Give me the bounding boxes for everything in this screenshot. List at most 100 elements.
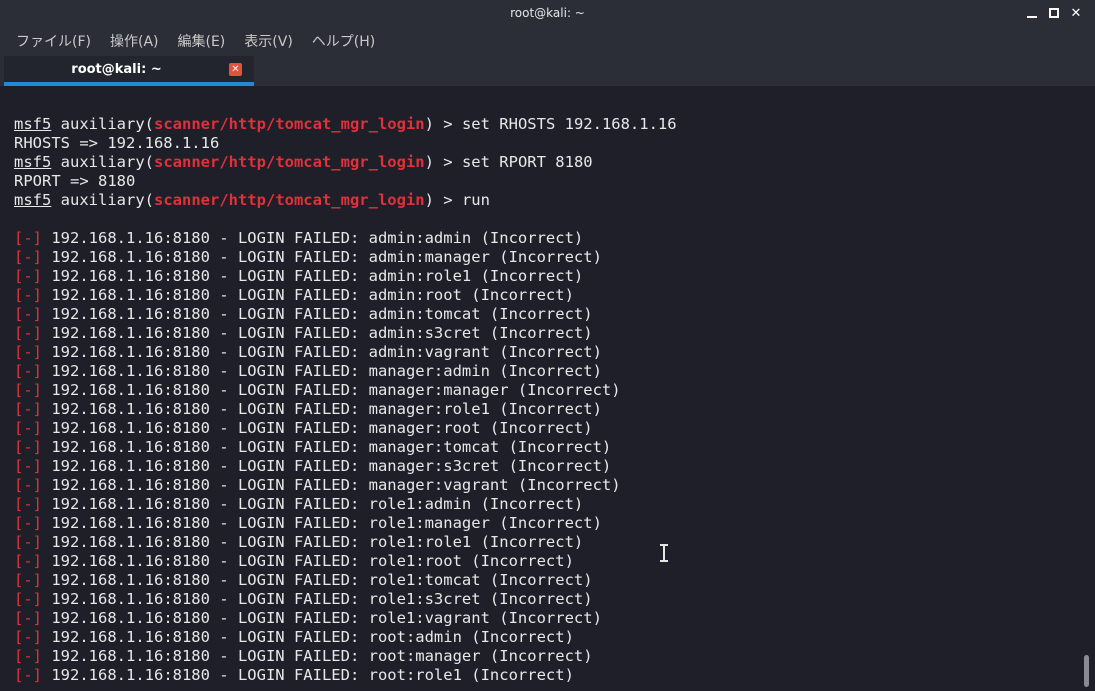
result-line: [-] 192.168.1.16:8180 - LOGIN FAILED: ma…	[14, 381, 1080, 400]
error-marker: [-]	[14, 419, 42, 437]
module-path: scanner/http/tomcat_mgr_login	[154, 153, 425, 171]
error-marker: [-]	[14, 324, 42, 342]
error-marker: [-]	[14, 305, 42, 323]
result-line: [-] 192.168.1.16:8180 - LOGIN FAILED: ma…	[14, 476, 1080, 495]
result-line: [-] 192.168.1.16:8180 - LOGIN FAILED: ro…	[14, 514, 1080, 533]
result-text: 192.168.1.16:8180 - LOGIN FAILED: role1:…	[42, 514, 602, 532]
module-path: scanner/http/tomcat_mgr_login	[154, 115, 425, 133]
result-line: [-] 192.168.1.16:8180 - LOGIN FAILED: ad…	[14, 324, 1080, 343]
window-title: root@kali: ~	[510, 6, 585, 20]
module-path: scanner/http/tomcat_mgr_login	[154, 191, 425, 209]
result-line: [-] 192.168.1.16:8180 - LOGIN FAILED: ad…	[14, 305, 1080, 324]
result-line: [-] 192.168.1.16:8180 - LOGIN FAILED: ma…	[14, 438, 1080, 457]
prompt-context: auxiliary	[51, 115, 145, 133]
result-text: 192.168.1.16:8180 - LOGIN FAILED: root:a…	[42, 628, 574, 646]
command-text: > set RHOSTS 192.168.1.16	[433, 115, 677, 133]
tab-root-kali[interactable]: root@kali: ~ ✕	[4, 56, 254, 86]
prompt-line: msf5 auxiliary(scanner/http/tomcat_mgr_l…	[14, 191, 490, 209]
error-marker: [-]	[14, 514, 42, 532]
menu-help[interactable]: ヘルプ(H)	[312, 31, 375, 51]
prompt-msf: msf5	[14, 191, 52, 209]
error-marker: [-]	[14, 476, 42, 494]
maximize-icon	[1049, 8, 1059, 18]
scrollbar[interactable]	[1080, 86, 1095, 691]
result-text: 192.168.1.16:8180 - LOGIN FAILED: manage…	[42, 457, 612, 475]
result-line: [-] 192.168.1.16:8180 - LOGIN FAILED: ro…	[14, 647, 1080, 666]
result-text: 192.168.1.16:8180 - LOGIN FAILED: role1:…	[42, 590, 593, 608]
result-line: [-] 192.168.1.16:8180 - LOGIN FAILED: ad…	[14, 343, 1080, 362]
result-line: [-] 192.168.1.16:8180 - LOGIN FAILED: ro…	[14, 552, 1080, 571]
result-text: 192.168.1.16:8180 - LOGIN FAILED: admin:…	[42, 324, 593, 342]
minimize-button[interactable]	[1021, 3, 1043, 23]
prompt-line: msf5 auxiliary(scanner/http/tomcat_mgr_l…	[14, 115, 677, 133]
result-line: [-] 192.168.1.16:8180 - LOGIN FAILED: ma…	[14, 400, 1080, 419]
result-text: 192.168.1.16:8180 - LOGIN FAILED: role1:…	[42, 571, 593, 589]
result-line: [-] 192.168.1.16:8180 - LOGIN FAILED: ro…	[14, 533, 1080, 552]
title-bar[interactable]: root@kali: ~ ✕	[0, 0, 1095, 26]
terminal-output[interactable]: msf5 auxiliary(scanner/http/tomcat_mgr_l…	[0, 86, 1080, 691]
result-line: [-] 192.168.1.16:8180 - LOGIN FAILED: ad…	[14, 229, 1080, 248]
result-line: [-] 192.168.1.16:8180 - LOGIN FAILED: ad…	[14, 248, 1080, 267]
prompt-context: auxiliary	[51, 153, 145, 171]
prompt-msf: msf5	[14, 153, 52, 171]
result-text: 192.168.1.16:8180 - LOGIN FAILED: manage…	[42, 362, 602, 380]
result-text: 192.168.1.16:8180 - LOGIN FAILED: admin:…	[42, 343, 602, 361]
error-marker: [-]	[14, 495, 42, 513]
close-button[interactable]: ✕	[1065, 3, 1087, 23]
command-text: > run	[433, 191, 490, 209]
result-line: [-] 192.168.1.16:8180 - LOGIN FAILED: ad…	[14, 267, 1080, 286]
minimize-icon	[1027, 16, 1037, 18]
close-icon: ✕	[231, 64, 240, 75]
result-line: [-] 192.168.1.16:8180 - LOGIN FAILED: ro…	[14, 590, 1080, 609]
result-text: 192.168.1.16:8180 - LOGIN FAILED: role1:…	[42, 609, 602, 627]
result-line: [-] 192.168.1.16:8180 - LOGIN FAILED: ro…	[14, 609, 1080, 628]
prompt-context: auxiliary	[51, 191, 145, 209]
error-marker: [-]	[14, 609, 42, 627]
error-marker: [-]	[14, 381, 42, 399]
result-line: [-] 192.168.1.16:8180 - LOGIN FAILED: ma…	[14, 362, 1080, 381]
error-marker: [-]	[14, 590, 42, 608]
tab-label: root@kali: ~	[71, 62, 162, 77]
menu-file[interactable]: ファイル(F)	[16, 31, 91, 51]
text-cursor-icon	[659, 544, 669, 562]
command-output: RHOSTS => 192.168.1.16	[14, 134, 220, 152]
error-marker: [-]	[14, 533, 42, 551]
error-marker: [-]	[14, 343, 42, 361]
error-marker: [-]	[14, 362, 42, 380]
result-text: 192.168.1.16:8180 - LOGIN FAILED: admin:…	[42, 267, 584, 285]
terminal-window: root@kali: ~ ✕ ファイル(F) 操作(A) 編集(E) 表示(V)…	[0, 0, 1095, 691]
result-text: 192.168.1.16:8180 - LOGIN FAILED: root:m…	[42, 647, 593, 665]
result-text: 192.168.1.16:8180 - LOGIN FAILED: manage…	[42, 400, 602, 418]
menu-action[interactable]: 操作(A)	[110, 31, 159, 51]
error-marker: [-]	[14, 628, 42, 646]
result-line: [-] 192.168.1.16:8180 - LOGIN FAILED: ma…	[14, 419, 1080, 438]
menu-bar: ファイル(F) 操作(A) 編集(E) 表示(V) ヘルプ(H)	[0, 26, 1095, 56]
prompt-line: msf5 auxiliary(scanner/http/tomcat_mgr_l…	[14, 153, 593, 171]
result-line: [-] 192.168.1.16:8180 - LOGIN FAILED: ro…	[14, 571, 1080, 590]
result-text: 192.168.1.16:8180 - LOGIN FAILED: manage…	[42, 438, 612, 456]
result-text: 192.168.1.16:8180 - LOGIN FAILED: admin:…	[42, 248, 602, 266]
error-marker: [-]	[14, 229, 42, 247]
error-marker: [-]	[14, 400, 42, 418]
command-text: > set RPORT 8180	[433, 153, 593, 171]
error-marker: [-]	[14, 457, 42, 475]
result-line: [-] 192.168.1.16:8180 - LOGIN FAILED: ad…	[14, 286, 1080, 305]
result-text: 192.168.1.16:8180 - LOGIN FAILED: manage…	[42, 476, 621, 494]
result-text: 192.168.1.16:8180 - LOGIN FAILED: manage…	[42, 381, 621, 399]
error-marker: [-]	[14, 552, 42, 570]
menu-view[interactable]: 表示(V)	[244, 31, 293, 51]
result-line: [-] 192.168.1.16:8180 - LOGIN FAILED: ro…	[14, 495, 1080, 514]
tab-bar: root@kali: ~ ✕	[0, 56, 1095, 86]
prompt-msf: msf5	[14, 115, 52, 133]
maximize-button[interactable]	[1043, 3, 1065, 23]
window-controls: ✕	[1021, 3, 1087, 23]
result-line: [-] 192.168.1.16:8180 - LOGIN FAILED: ma…	[14, 457, 1080, 476]
command-output: RPORT => 8180	[14, 172, 136, 190]
scrollbar-thumb[interactable]	[1084, 655, 1089, 687]
menu-edit[interactable]: 編集(E)	[178, 31, 226, 51]
result-text: 192.168.1.16:8180 - LOGIN FAILED: root:r…	[42, 666, 574, 684]
result-text: 192.168.1.16:8180 - LOGIN FAILED: role1:…	[42, 495, 584, 513]
result-text: 192.168.1.16:8180 - LOGIN FAILED: admin:…	[42, 229, 584, 247]
tab-close-button[interactable]: ✕	[229, 63, 242, 76]
